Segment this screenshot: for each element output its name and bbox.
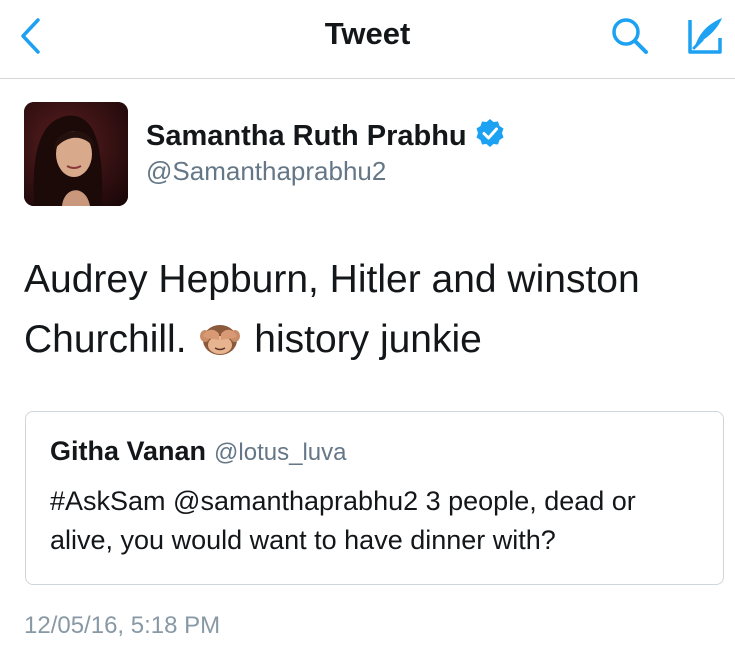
quoted-tweet-header: Githa Vanan @lotus_luva (50, 436, 346, 467)
see-no-evil-monkey-icon (200, 325, 241, 355)
quoted-tweet-card[interactable]: Githa Vanan @lotus_luva #AskSam @samantha… (25, 411, 724, 585)
tweet-text-part2: history junkie (254, 318, 482, 361)
search-icon (612, 18, 648, 54)
quoted-author-handle: @lotus_luva (214, 439, 347, 466)
compose-button[interactable] (680, 12, 728, 60)
profile-photo (24, 102, 128, 206)
author-name-text: Samantha Ruth Prabhu (146, 120, 467, 152)
avatar[interactable] (24, 102, 128, 206)
search-button[interactable] (606, 14, 656, 58)
author-name[interactable]: Samantha Ruth Prabhu (146, 118, 505, 153)
verified-badge-icon (476, 119, 504, 147)
quoted-tweet-text: #AskSam @samanthaprabhu2 3 people, dead … (50, 486, 636, 555)
tweet-timestamp: 12/05/16, 5:18 PM (24, 612, 221, 639)
quoted-author-name: Githa Vanan (50, 436, 207, 466)
tweet-text: Audrey Hepburn, Hitler and winston Churc… (24, 250, 714, 370)
compose-quill-icon (688, 18, 722, 54)
navigation-bar: Tweet (0, 0, 735, 79)
author-handle[interactable]: @Samanthaprabhu2 (146, 156, 386, 187)
